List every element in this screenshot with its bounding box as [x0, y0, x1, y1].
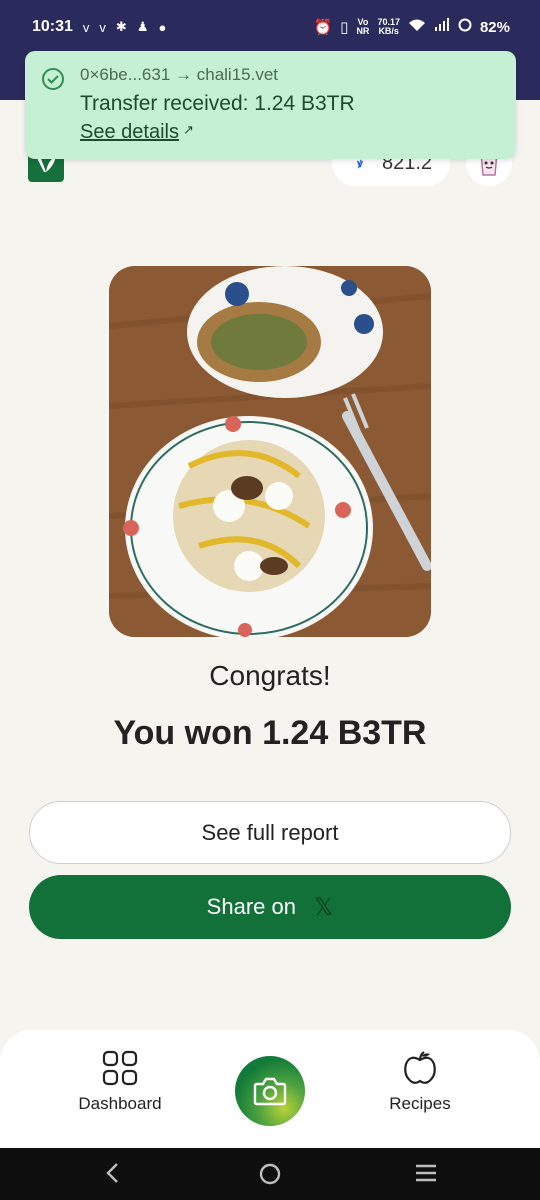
- recents-menu-icon[interactable]: [414, 1162, 438, 1191]
- nav-recipes[interactable]: Recipes: [380, 1050, 460, 1114]
- nav-dashboard-label: Dashboard: [78, 1094, 162, 1113]
- back-icon[interactable]: [104, 1162, 120, 1191]
- notification-route: 0×6be...631 → chali15.vet: [80, 65, 278, 85]
- notification-v-icon: v: [82, 19, 90, 35]
- dot-icon: ●: [158, 19, 167, 35]
- network-speed: 70.17 KB/s: [377, 17, 400, 36]
- see-details-label: See details: [80, 121, 179, 143]
- notification-v-icon: v: [99, 19, 106, 35]
- status-right: ⏰ ▯ Vo NR 70.17 KB/s 82%: [313, 17, 510, 37]
- see-full-report-label: See full report: [201, 819, 339, 845]
- system-nav-bar: [0, 1148, 540, 1200]
- app-notification-icon: ♟: [136, 19, 149, 34]
- apple-icon: [404, 1051, 436, 1084]
- route-arrow-icon: →: [175, 65, 193, 84]
- camera-button[interactable]: [235, 1056, 305, 1126]
- clock: 10:31: [32, 18, 73, 35]
- see-full-report-button[interactable]: See full report: [29, 801, 511, 864]
- meal-photo: [109, 266, 431, 637]
- app-notification-icon: ✱: [115, 19, 127, 34]
- nav-recipes-label: Recipes: [389, 1094, 451, 1113]
- transfer-notification[interactable]: 0×6be...631 → chali15.vet Transfer recei…: [25, 51, 516, 159]
- volte-icon: Vo NR: [356, 17, 370, 36]
- share-label: Share on: [206, 894, 296, 919]
- status-left: 10:31 v v ✱ ♟ ●: [32, 18, 166, 36]
- alarm-icon: ⏰: [313, 19, 333, 36]
- route-from: 0×6be...631: [80, 65, 171, 84]
- bottom-nav: Dashboard Recipes: [0, 1030, 540, 1148]
- congrats-heading: Congrats!: [209, 660, 331, 691]
- home-icon[interactable]: [258, 1162, 282, 1193]
- reward-amount: You won 1.24 B3TR: [113, 714, 427, 752]
- wifi-icon: [408, 18, 426, 36]
- vibrate-icon: ▯: [340, 19, 349, 36]
- battery-icon: [458, 18, 472, 36]
- nav-dashboard[interactable]: Dashboard: [72, 1050, 168, 1114]
- battery-percent: 82%: [479, 18, 510, 36]
- signal-icon: [434, 18, 450, 36]
- share-on-x-button[interactable]: Share on 𝕏: [29, 875, 511, 939]
- check-circle-icon: [41, 67, 65, 96]
- dashboard-grid-icon: [102, 1050, 138, 1086]
- camera-icon: [253, 1077, 287, 1106]
- meal-photo-illustration: [109, 266, 431, 637]
- see-details-link[interactable]: See details ↗: [80, 121, 194, 144]
- route-to: chali15.vet: [196, 65, 279, 84]
- x-logo-icon: 𝕏: [313, 893, 334, 921]
- external-link-icon: ↗: [182, 122, 194, 137]
- notification-title: Transfer received: 1.24 B3TR: [80, 92, 355, 115]
